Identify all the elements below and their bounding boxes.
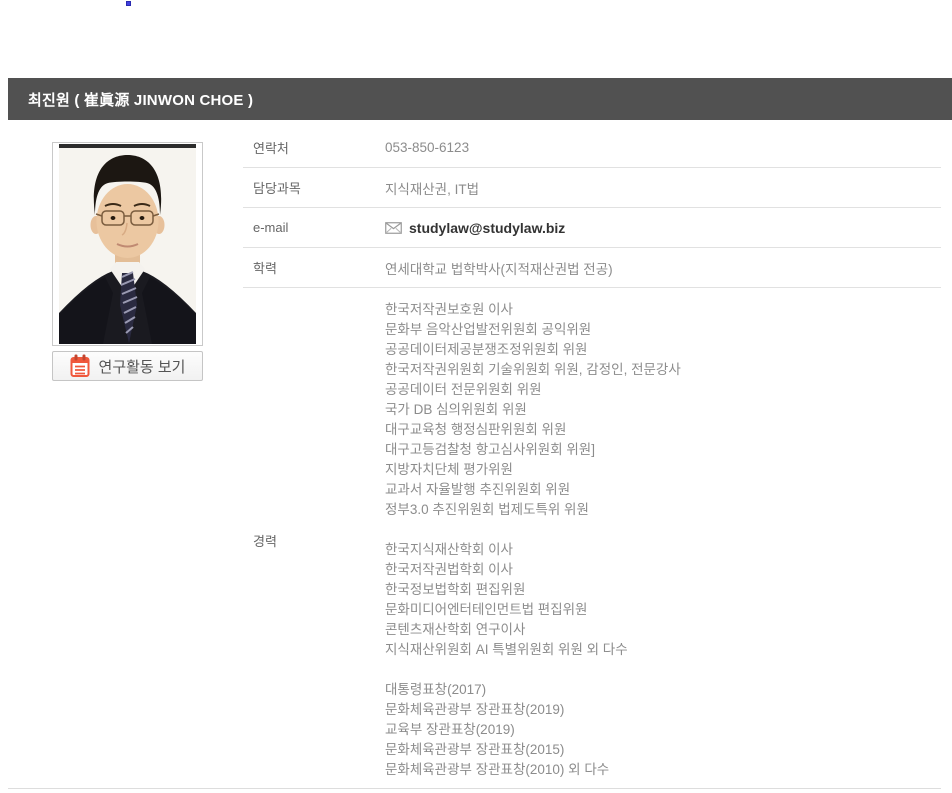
career-line-item: 문화부 음악산업발전위원회 공익위원 (385, 320, 941, 340)
career-line-item: 콘텐츠재산학회 연구이사 (385, 620, 941, 640)
career-line-item: 문화체육관광부 장관표창(2019) (385, 700, 941, 720)
career-line-item: 한국저작권보호원 이사 (385, 300, 941, 320)
row-subjects: 담당과목 지식재산권, IT법 (243, 168, 941, 208)
profile-info-table: 연락처 053-850-6123 담당과목 지식재산권, IT법 e-mail … (243, 128, 941, 788)
notepad-icon (70, 354, 90, 378)
career-line-item: 대구교육청 행정심판위원회 위원 (385, 420, 941, 440)
career-line-item: 한국저작권위원회 기술위원회 위원, 감정인, 전문강사 (385, 360, 941, 380)
career-line-item: 국가 DB 심의위원회 위원 (385, 400, 941, 420)
bottom-divider (8, 788, 941, 789)
career-line-item: 대통령표창(2017) (385, 680, 941, 700)
career-line-item: 지방자치단체 평가위원 (385, 460, 941, 480)
career-line-item (385, 660, 941, 680)
profile-header: 최진원 ( 崔眞源 JINWON CHOE ) (8, 78, 952, 120)
research-activity-button[interactable]: 연구활동 보기 (52, 351, 203, 381)
row-contact: 연락처 053-850-6123 (243, 128, 941, 168)
envelope-icon (385, 222, 402, 234)
career-line-item: 문화체육관광부 장관표창(2010) 외 다수 (385, 760, 941, 780)
email-value[interactable]: studylaw@studylaw.biz (385, 220, 941, 236)
email-address[interactable]: studylaw@studylaw.biz (409, 220, 565, 236)
profile-photo (52, 142, 203, 346)
career-line-item: 지식재산위원회 AI 특별위원회 위원 외 다수 (385, 640, 941, 660)
portrait-photo-icon (53, 143, 202, 345)
career-line-item: 교육부 장관표창(2019) (385, 720, 941, 740)
row-career: 경력 한국저작권보호원 이사문화부 음악산업발전위원회 공익위원공공데이터제공분… (243, 288, 941, 788)
career-line-item (385, 520, 941, 540)
career-line-item: 한국정보법학회 편집위원 (385, 580, 941, 600)
education-value: 연세대학교 법학박사(지적재산권법 전공) (385, 258, 941, 278)
subjects-value: 지식재산권, IT법 (385, 178, 941, 198)
profile-page: 최진원 ( 崔眞源 JINWON CHOE ) (0, 0, 952, 793)
career-line-item: 문화체육관광부 장관표창(2015) (385, 740, 941, 760)
email-label: e-mail (243, 220, 385, 235)
career-line-item: 대구고등검찰청 항고심사위원회 위원] (385, 440, 941, 460)
row-email: e-mail studylaw@studylaw.biz (243, 208, 941, 248)
career-line-item: 한국저작권법학회 이사 (385, 560, 941, 580)
row-education: 학력 연세대학교 법학박사(지적재산권법 전공) (243, 248, 941, 288)
career-line-item: 교과서 자율발행 추진위원회 위원 (385, 480, 941, 500)
broken-image-dot-icon (126, 1, 131, 6)
career-line-item: 문화미디어엔터테인먼트법 편집위원 (385, 600, 941, 620)
career-line-item: 공공데이터제공분쟁조정위원회 위원 (385, 340, 941, 360)
career-lines: 한국저작권보호원 이사문화부 음악산업발전위원회 공익위원공공데이터제공분쟁조정… (385, 300, 941, 780)
career-line-item: 한국지식재산학회 이사 (385, 540, 941, 560)
career-line-item: 공공데이터 전문위원회 위원 (385, 380, 941, 400)
contact-value: 053-850-6123 (385, 140, 941, 155)
contact-label: 연락처 (243, 138, 385, 157)
subjects-label: 담당과목 (243, 178, 385, 197)
research-activity-button-label: 연구활동 보기 (99, 356, 186, 377)
career-line-item: 정부3.0 추진위원회 법제도특위 위원 (385, 500, 941, 520)
education-label: 학력 (243, 258, 385, 277)
page-title: 최진원 ( 崔眞源 JINWON CHOE ) (28, 89, 253, 110)
career-label: 경력 (243, 531, 385, 550)
